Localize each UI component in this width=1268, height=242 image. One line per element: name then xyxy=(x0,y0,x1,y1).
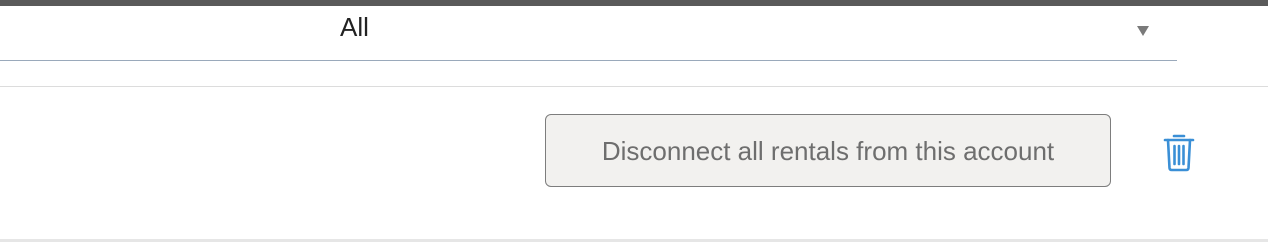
account-actions-row: Disconnect all rentals from this account xyxy=(0,87,1268,239)
filter-row: All xyxy=(0,6,1268,86)
status-select-underline xyxy=(340,60,1177,61)
status-select-value: All xyxy=(340,12,369,42)
trash-icon[interactable] xyxy=(1162,132,1196,172)
disconnect-all-rentals-button[interactable]: Disconnect all rentals from this account xyxy=(545,114,1111,187)
chevron-down-icon xyxy=(1137,26,1149,36)
status-select[interactable]: All xyxy=(340,6,1177,61)
